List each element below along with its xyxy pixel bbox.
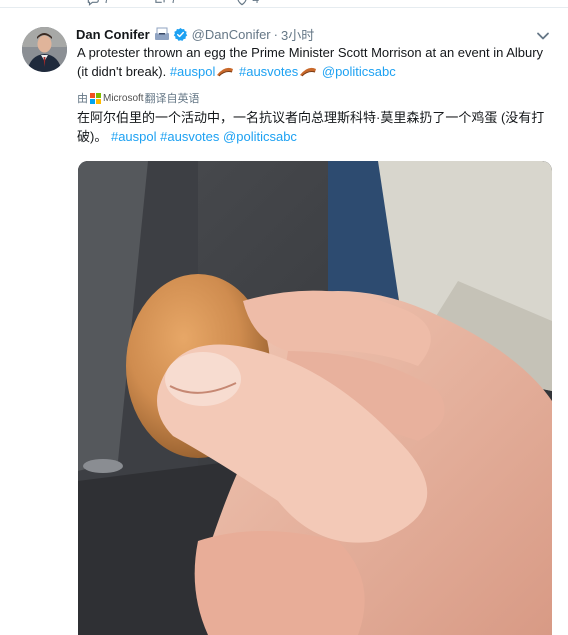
hashtag-auspol[interactable]: #auspol <box>170 64 216 79</box>
author-handle[interactable]: @DanConifer <box>192 27 271 42</box>
avatar-image <box>22 27 67 72</box>
retweet-count: 7 <box>170 0 177 6</box>
reply-count: 7 <box>103 0 110 6</box>
heart-icon <box>237 0 247 6</box>
tweet-photo[interactable] <box>78 161 552 635</box>
chevron-down-icon[interactable] <box>536 28 550 40</box>
retweet-action[interactable]: 7 <box>153 0 177 7</box>
author-name[interactable]: Dan Conifer <box>76 27 150 42</box>
reply-icon <box>87 0 99 6</box>
translation-suffix[interactable]: 翻译自英语 <box>145 90 200 106</box>
translation-attribution: 由 Microsoft 翻译自英语 <box>77 90 200 106</box>
like-count: 4 <box>252 0 259 6</box>
retweet-icon <box>155 0 165 3</box>
translated-mention-politicsabc[interactable]: @politicsabc <box>223 129 297 144</box>
microsoft-logo-icon <box>90 92 101 104</box>
egg-in-hand-image <box>78 161 552 635</box>
separator-dot: · <box>273 26 278 42</box>
translated-hashtag-ausvotes[interactable]: #ausvotes <box>160 129 219 144</box>
translation-provider: Microsoft <box>103 92 144 104</box>
translated-text: 在阿尔伯里的一个活动中，一名抗议者向总理斯科特·莫里森扔了一个鸡蛋 (没有打破)… <box>77 108 547 146</box>
author-avatar[interactable] <box>22 27 67 72</box>
like-action[interactable]: 4 <box>235 0 259 7</box>
verified-badge-icon <box>173 27 188 42</box>
hashtag-ausvotes[interactable]: #ausvotes <box>239 64 298 79</box>
ballot-box-emoji-icon <box>300 67 317 77</box>
tweet-header: Dan Conifer @DanConifer · 3小时 <box>76 25 314 43</box>
reply-action[interactable]: 7 <box>86 0 110 7</box>
ballot-box-emoji-icon <box>217 67 234 77</box>
ballot-box-icon <box>154 27 170 41</box>
tweet-actions-bar-cropped: 7 7 4 <box>0 0 568 8</box>
tweet-text: A protester thrown an egg the Prime Mini… <box>77 43 547 81</box>
translated-hashtag-auspol[interactable]: #auspol <box>111 129 157 144</box>
translation-prefix: 由 <box>77 93 88 105</box>
tweet-timestamp[interactable]: 3小时 <box>281 25 314 44</box>
mention-politicsabc[interactable]: @politicsabc <box>322 64 396 79</box>
